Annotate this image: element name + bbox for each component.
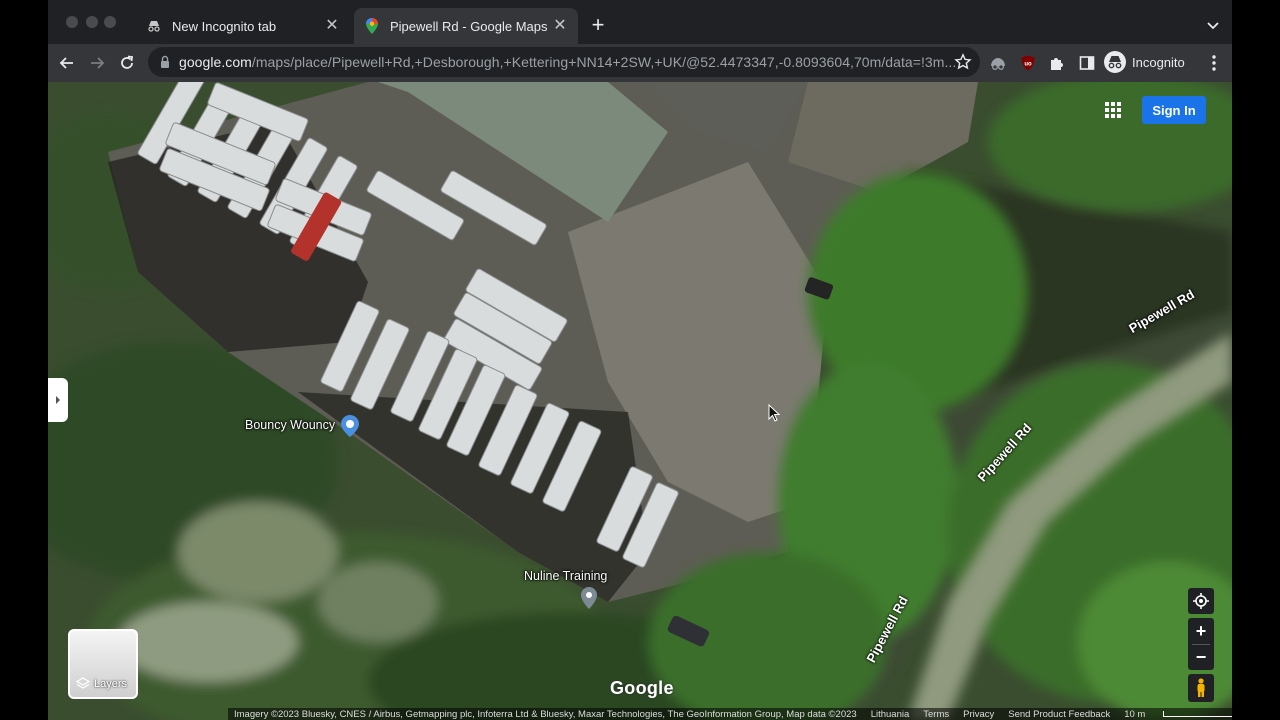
satellite-imagery [48, 82, 1232, 720]
crosshair-icon [1193, 593, 1209, 609]
place-pin-icon[interactable] [341, 415, 359, 437]
lock-icon[interactable] [160, 55, 170, 69]
bookmark-star-icon[interactable] [954, 53, 972, 71]
caret-right-icon [56, 396, 60, 404]
url-path: /maps/place/Pipewell+Rd,+Desborough,+Ket… [251, 54, 957, 70]
close-tab-icon[interactable]: ✕ [324, 18, 340, 34]
maximize-window-button[interactable] [104, 16, 116, 28]
more-menu-icon[interactable] [1206, 53, 1222, 73]
tab-new-incognito[interactable]: New Incognito tab ✕ [136, 8, 350, 44]
google-maps-icon [364, 18, 380, 34]
scale-line [1163, 710, 1232, 717]
browser-window: New Incognito tab ✕ Pipewell Rd - Google… [48, 0, 1232, 720]
zoom-controls: + − [1188, 618, 1214, 670]
incognito-avatar-icon [1104, 51, 1126, 73]
extensions-puzzle-icon[interactable] [1047, 53, 1067, 73]
google-apps-icon[interactable] [1104, 101, 1122, 119]
place-label-bouncy-wouncy[interactable]: Bouncy Wouncy [245, 418, 335, 432]
layers-icon [76, 677, 90, 689]
tab-strip: New Incognito tab ✕ Pipewell Rd - Google… [48, 0, 1232, 44]
new-tab-button[interactable]: + [586, 14, 610, 38]
reload-button[interactable] [115, 51, 139, 75]
place-pin-icon[interactable] [581, 587, 597, 609]
terms-link[interactable]: Terms [923, 709, 949, 720]
tab-label: New Incognito tab [172, 18, 277, 34]
close-window-button[interactable] [66, 16, 78, 28]
url-text[interactable]: google.com/maps/place/Pipewell+Rd,+Desbo… [179, 54, 956, 70]
zoom-divider [1192, 644, 1210, 645]
side-panel-icon[interactable] [1077, 53, 1097, 73]
expand-side-panel-button[interactable] [48, 378, 68, 422]
tab-label: Pipewell Rd - Google Maps [390, 18, 548, 34]
mouse-cursor-icon [768, 404, 780, 422]
forward-button[interactable] [85, 51, 109, 75]
svg-text:uo: uo [1024, 62, 1032, 68]
browser-toolbar: google.com/maps/place/Pipewell+Rd,+Desbo… [48, 44, 1232, 82]
extension-tracker-icon[interactable] [988, 53, 1008, 73]
chevron-down-icon[interactable] [1204, 16, 1222, 34]
reload-icon [121, 55, 134, 69]
back-button[interactable] [55, 51, 79, 75]
incognito-icon [146, 18, 162, 34]
close-tab-icon[interactable]: ✕ [552, 18, 568, 34]
arrow-left-icon [59, 57, 73, 69]
url-host: google.com [179, 54, 252, 70]
arrow-right-icon [91, 57, 105, 69]
pegman-icon [1197, 678, 1205, 697]
place-label-nuline-training[interactable]: Nuline Training [524, 569, 607, 583]
zoom-in-button[interactable]: + [1188, 618, 1214, 644]
sign-in-button[interactable]: Sign In [1142, 96, 1206, 124]
send-feedback-link[interactable]: Send Product Feedback [1008, 709, 1110, 720]
imagery-attribution: Imagery ©2023 Bluesky, CNES / Airbus, Ge… [234, 708, 857, 720]
zoom-out-button[interactable]: − [1188, 644, 1214, 670]
incognito-profile-button[interactable]: Incognito [1104, 50, 1185, 74]
privacy-link[interactable]: Privacy [963, 709, 994, 720]
minimize-window-button[interactable] [86, 16, 98, 28]
map-canvas[interactable]: Pipewell Rd Pipewell Rd Pipewell Rd Boun… [48, 82, 1232, 720]
scale-bar[interactable]: 10 m [1124, 709, 1232, 720]
layers-label: Layers [94, 678, 128, 690]
scale-label: 10 m [1124, 708, 1146, 720]
ublock-origin-icon[interactable]: uo [1018, 53, 1038, 73]
layers-button[interactable]: Layers [68, 629, 138, 699]
street-view-pegman-button[interactable] [1188, 674, 1214, 702]
map-footer: Imagery ©2023 Bluesky, CNES / Airbus, Ge… [228, 708, 1232, 720]
region-link[interactable]: Lithuania [871, 709, 910, 720]
google-logo: Google [610, 678, 674, 698]
my-location-button[interactable] [1188, 588, 1214, 614]
address-bar[interactable]: google.com/maps/place/Pipewell+Rd,+Desbo… [148, 47, 980, 77]
tab-google-maps[interactable]: Pipewell Rd - Google Maps ✕ [354, 8, 578, 44]
profile-label: Incognito [1132, 54, 1185, 70]
